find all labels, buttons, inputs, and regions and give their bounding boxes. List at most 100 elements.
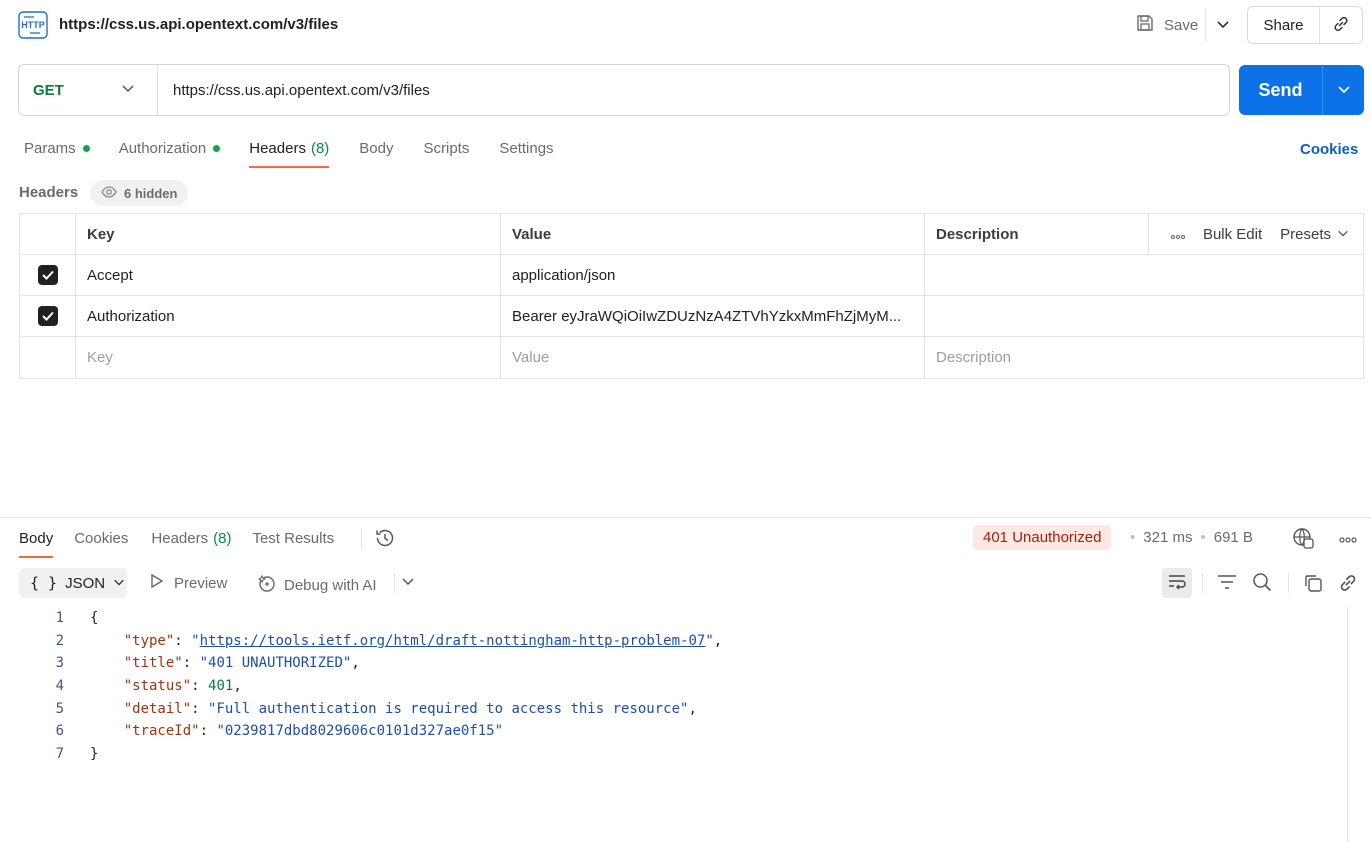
status-dot — [82, 144, 90, 152]
tab-label: Headers — [151, 529, 209, 547]
json-token: { — [90, 610, 99, 627]
bulk-edit-button[interactable]: Bulk Edit — [1203, 226, 1262, 243]
header-description[interactable] — [925, 255, 1363, 295]
row-checkbox-cell — [20, 296, 76, 336]
history-icon[interactable] — [374, 527, 396, 552]
tab-response-cookies[interactable]: Cookies — [74, 520, 128, 556]
copy-link-button[interactable] — [1320, 7, 1362, 43]
header-value[interactable]: application/json — [501, 255, 925, 295]
tab-authorization[interactable]: Authorization — [119, 130, 221, 166]
link-icon[interactable] — [1338, 573, 1358, 596]
tab-settings[interactable]: Settings — [499, 130, 553, 166]
presets-dropdown[interactable]: Presets — [1280, 226, 1349, 243]
search-icon[interactable] — [1252, 572, 1272, 595]
status-badge[interactable]: 401 Unauthorized — [973, 525, 1112, 550]
divider — [394, 573, 395, 593]
check-column-header — [20, 214, 76, 254]
send-button[interactable]: Send — [1239, 65, 1323, 115]
response-tabs: Body Cookies Headers (8) Test Results — [19, 520, 334, 558]
more-icon[interactable] — [1339, 530, 1357, 546]
response-time[interactable]: 321 ms — [1143, 529, 1192, 546]
new-description-input[interactable]: Description — [925, 337, 1363, 378]
value-column-header: Value — [501, 214, 925, 254]
save-options-button[interactable] — [1205, 8, 1239, 42]
request-title[interactable]: https://css.us.api.opentext.com/v3/files — [59, 16, 338, 33]
wrap-icon — [1167, 574, 1187, 593]
json-token: " — [705, 632, 714, 649]
table-row: Accept application/json — [20, 255, 1363, 296]
status-dot — [213, 144, 221, 152]
more-icon[interactable] — [1170, 226, 1185, 243]
send-options-button[interactable] — [1323, 65, 1364, 115]
globe-icon[interactable] — [1292, 527, 1314, 552]
response-body-code[interactable]: 1{2 "type": "https://tools.ietf.org/html… — [0, 607, 1347, 765]
request-tabs: Params Authorization Headers (8) Body Sc… — [24, 130, 554, 168]
line-number: 4 — [55, 678, 64, 695]
wrap-lines-button[interactable] — [1162, 568, 1192, 598]
format-select[interactable]: { } JSON — [19, 568, 127, 598]
tab-response-headers[interactable]: Headers (8) — [151, 520, 231, 556]
row-checkbox[interactable] — [37, 265, 58, 285]
tab-scripts[interactable]: Scripts — [424, 130, 470, 166]
chevron-down-icon — [1337, 82, 1351, 99]
table-row-empty: Key Value Description — [20, 337, 1363, 378]
share-button[interactable]: Share — [1248, 7, 1320, 43]
line-content: "title": "401 UNAUTHORIZED", — [64, 655, 360, 671]
debug-options-button[interactable] — [401, 574, 415, 591]
url-input[interactable]: https://css.us.api.opentext.com/v3/files — [158, 82, 430, 99]
json-link[interactable]: https://tools.ietf.org/html/draft-nottin… — [200, 633, 706, 649]
play-icon — [150, 573, 164, 593]
method-select[interactable]: GET — [19, 65, 158, 115]
divider — [1202, 573, 1203, 593]
svg-text:HTTP: HTTP — [21, 20, 45, 30]
response-divider[interactable] — [0, 517, 1371, 518]
row-checkbox[interactable] — [37, 306, 58, 326]
header-key[interactable]: Authorization — [76, 296, 501, 336]
new-key-input[interactable]: Key — [76, 337, 501, 378]
tab-body[interactable]: Body — [359, 130, 393, 166]
save-label: Save — [1164, 16, 1199, 34]
filter-icon[interactable] — [1217, 573, 1237, 594]
tab-label: Headers — [249, 139, 306, 157]
preview-button[interactable]: Preview — [150, 573, 227, 593]
header-key[interactable]: Accept — [76, 255, 501, 295]
chevron-down-icon — [1337, 226, 1349, 243]
table-tools: Bulk Edit Presets — [1149, 214, 1363, 254]
json-token: : — [174, 632, 192, 649]
separator-dot: • — [1200, 529, 1206, 546]
copy-icon[interactable] — [1303, 573, 1323, 596]
line-content: "traceId": "0239817dbd8029606c0101d327ae… — [64, 723, 503, 739]
json-token: , — [713, 632, 723, 649]
json-token: } — [90, 745, 99, 762]
response-meta: • 321 ms • 691 B — [1130, 529, 1253, 546]
description-column-header: Description — [925, 214, 1149, 254]
json-token: "0239817dbd8029606c0101d327ae0f15" — [216, 723, 504, 740]
debug-with-ai-button[interactable]: Debug with AI — [257, 573, 377, 597]
scrollbar[interactable] — [1347, 607, 1348, 842]
key-column-header: Key — [76, 214, 501, 254]
method-label: GET — [33, 81, 64, 99]
code-line: 2 "type": "https://tools.ietf.org/html/d… — [0, 630, 1347, 653]
hidden-headers-toggle[interactable]: 6 hidden — [90, 180, 189, 206]
hidden-count: 6 hidden — [124, 185, 178, 201]
response-size[interactable]: 691 B — [1214, 529, 1253, 546]
save-button[interactable]: Save — [1128, 8, 1206, 42]
tab-response-body[interactable]: Body — [19, 520, 54, 558]
eye-icon — [101, 185, 117, 201]
tab-params[interactable]: Params — [24, 130, 90, 166]
sparkle-icon — [257, 573, 277, 597]
tab-test-results[interactable]: Test Results — [252, 520, 334, 556]
json-token: "title" — [123, 655, 183, 672]
tab-headers[interactable]: Headers (8) — [249, 130, 330, 168]
json-token: "detail" — [123, 700, 192, 717]
json-token: : — [191, 700, 209, 717]
check-icon — [41, 308, 54, 325]
header-description[interactable] — [925, 296, 1363, 336]
cookies-link[interactable]: Cookies — [1300, 141, 1358, 158]
json-token: "Full authentication is required to acce… — [208, 700, 689, 717]
header-value[interactable]: Bearer eyJraWQiOiIwZDUzNzA4ZTVhYzkxMmFhZ… — [501, 296, 925, 336]
chevron-down-icon — [121, 81, 135, 99]
new-value-input[interactable]: Value — [501, 337, 925, 378]
